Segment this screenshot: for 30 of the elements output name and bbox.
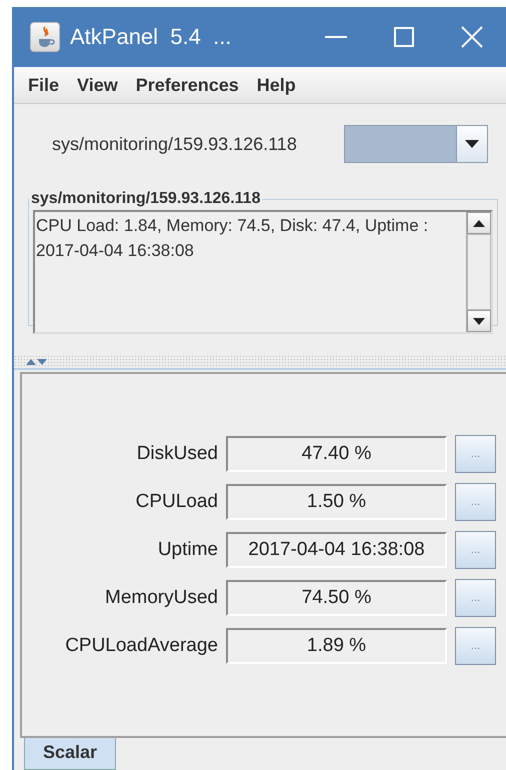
attribute-label: DiskUsed <box>136 443 218 465</box>
window-title: AtkPanel 5.4 ... <box>70 24 232 50</box>
scroll-up-button[interactable] <box>467 212 491 234</box>
down-arrow-icon <box>473 318 485 324</box>
attribute-value: 2017-04-04 16:38:08 <box>226 532 447 568</box>
caret-icon <box>465 140 479 148</box>
attribute-label: MemoryUsed <box>105 587 218 609</box>
tab[interactable]: Scalar <box>24 738 116 770</box>
attribute-label: CPULoadAverage <box>65 635 218 657</box>
attribute-label: CPULoad <box>136 491 218 513</box>
status-text: CPU Load: 1.84, Memory: 74.5, Disk: 47.4, Uptime : 2017-04-04 16:38:08 <box>35 215 430 262</box>
collapse-down-icon[interactable] <box>37 358 47 364</box>
menu-item[interactable]: Preferences <box>128 74 247 96</box>
collapse-up-icon[interactable] <box>26 358 36 364</box>
menu-item[interactable]: File <box>20 74 68 96</box>
device-dropdown[interactable] <box>344 125 488 163</box>
java-cup-icon <box>30 22 60 52</box>
attribute-value: 1.89 % <box>226 628 447 664</box>
attribute-label: Uptime <box>158 539 218 561</box>
menu-item[interactable]: View <box>69 74 126 96</box>
device-label: sys/monitoring/159.93.126.118 <box>52 134 298 154</box>
attribute-value: 1.50 % <box>226 484 447 520</box>
status-title: sys/monitoring/159.93.126.118 <box>30 190 262 208</box>
menu-item[interactable]: Help <box>248 74 304 96</box>
up-arrow-icon <box>473 220 485 226</box>
scroll-down-button[interactable] <box>467 310 491 332</box>
close-icon[interactable] <box>461 26 483 48</box>
maximize-icon[interactable] <box>394 27 414 47</box>
attribute-value: 74.50 % <box>226 580 447 616</box>
attribute-value: 47.40 % <box>226 436 447 472</box>
